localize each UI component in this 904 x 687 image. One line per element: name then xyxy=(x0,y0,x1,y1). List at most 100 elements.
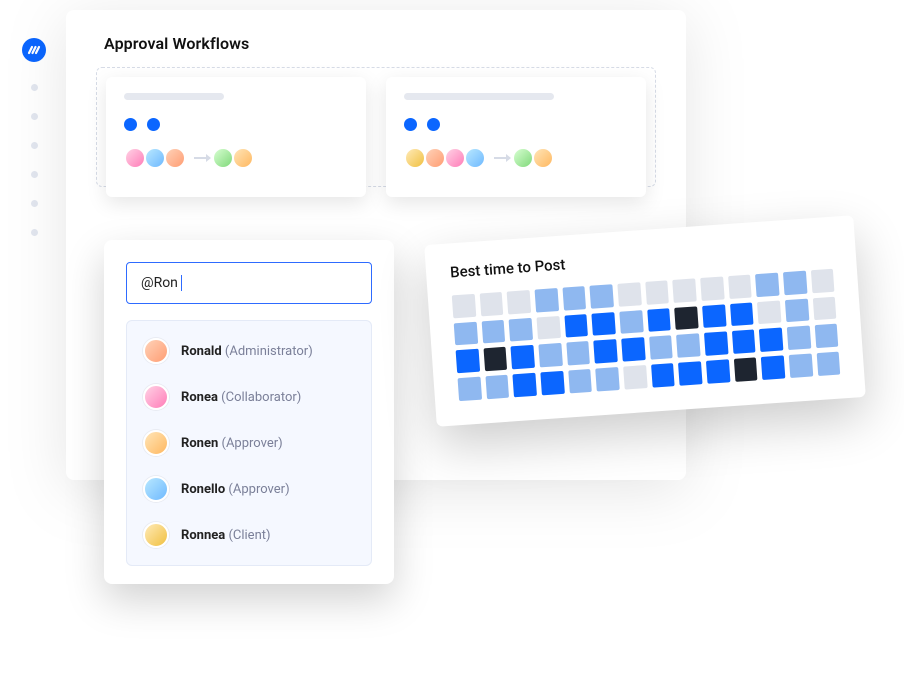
heatmap-cell xyxy=(816,352,840,376)
heatmap-cell xyxy=(483,347,507,371)
avatar xyxy=(464,147,486,169)
text-cursor xyxy=(181,275,183,291)
heatmap-cell xyxy=(728,275,752,299)
workflow-steps xyxy=(404,118,628,131)
heatmap-cell xyxy=(755,273,779,297)
heatmap-cell xyxy=(812,296,836,320)
nav-item[interactable] xyxy=(31,171,38,178)
heatmap-cell xyxy=(730,302,754,326)
heatmap-cell xyxy=(702,304,726,328)
arrow-icon xyxy=(494,157,510,159)
heatmap-cell xyxy=(513,373,537,397)
nav-item[interactable] xyxy=(31,84,38,91)
heatmap-cell xyxy=(759,328,783,352)
step-dot xyxy=(147,118,160,131)
mention-result[interactable]: Ronea (Collaborator) xyxy=(139,377,359,417)
heatmap-cell xyxy=(733,357,757,381)
heatmap-cell xyxy=(485,375,509,399)
heatmap-cell xyxy=(678,361,702,385)
heatmap-cell xyxy=(452,294,476,318)
heatmap-cell xyxy=(456,349,480,373)
heatmap-cell xyxy=(595,367,619,391)
heatmap-cell xyxy=(536,316,560,340)
heatmap-cell xyxy=(454,321,478,345)
nav-item[interactable] xyxy=(31,200,38,207)
workflow-participants xyxy=(124,147,348,169)
sidebar xyxy=(22,38,46,236)
mention-results: Ronald (Administrator) Ronea (Collaborato… xyxy=(126,320,372,566)
mention-result[interactable]: Ronnea (Client) xyxy=(139,515,359,555)
heatmap-cell xyxy=(645,280,669,304)
workflow-card[interactable] xyxy=(106,77,366,197)
heatmap-cell xyxy=(647,308,671,332)
logo-icon xyxy=(27,43,41,57)
heatmap-cell xyxy=(535,288,559,312)
mention-result-label: Ronello (Approver) xyxy=(181,482,290,497)
avatar xyxy=(143,430,169,456)
mention-input-value: @Ron xyxy=(141,275,178,291)
nav-item[interactable] xyxy=(31,113,38,120)
heatmap-cell xyxy=(814,324,838,348)
heatmap-cell xyxy=(621,337,645,361)
avatar xyxy=(124,147,146,169)
heatmap-cell xyxy=(509,318,533,342)
heatmap-cell xyxy=(479,292,503,316)
nav-item[interactable] xyxy=(31,142,38,149)
mention-result-label: Ronald (Administrator) xyxy=(181,344,313,359)
heatmap-cell xyxy=(590,284,614,308)
heatmap-cell xyxy=(619,310,643,334)
step-dot xyxy=(124,118,137,131)
mention-result[interactable]: Ronello (Approver) xyxy=(139,469,359,509)
heatmap-cell xyxy=(787,326,811,350)
mention-popover: @Ron Ronald (Administrator) Ronea (Collab… xyxy=(104,240,394,584)
mention-input[interactable]: @Ron xyxy=(126,262,372,304)
placeholder-line xyxy=(404,93,554,100)
heatmap-cell xyxy=(651,363,675,387)
avatar xyxy=(532,147,554,169)
heatmap-cell xyxy=(761,355,785,379)
avatar xyxy=(143,338,169,364)
avatar xyxy=(143,384,169,410)
heatmap-cell xyxy=(706,359,730,383)
best-time-card: Best time to Post xyxy=(424,215,866,426)
heatmap-cell xyxy=(538,343,562,367)
step-dot xyxy=(427,118,440,131)
heatmap-cell xyxy=(481,319,505,343)
mention-result-label: Ronen (Approver) xyxy=(181,436,283,451)
heatmap-cell xyxy=(810,269,834,293)
heatmap-cell xyxy=(594,339,618,363)
heatmap-cell xyxy=(507,290,531,314)
heatmap-cell xyxy=(649,336,673,360)
heatmap-cell xyxy=(676,334,700,358)
heatmap-cell xyxy=(672,278,696,302)
heatmap-cell xyxy=(757,300,781,324)
avatar xyxy=(144,147,166,169)
mention-result[interactable]: Ronald (Administrator) xyxy=(139,331,359,371)
workflow-steps xyxy=(124,118,348,131)
avatar xyxy=(444,147,466,169)
workflow-drop-zone[interactable] xyxy=(96,67,656,187)
heatmap-cell xyxy=(540,371,564,395)
mention-result-label: Ronnea (Client) xyxy=(181,528,271,543)
nav-item[interactable] xyxy=(31,229,38,236)
avatar xyxy=(512,147,534,169)
workflow-card[interactable] xyxy=(386,77,646,197)
avatar xyxy=(164,147,186,169)
heatmap-cell xyxy=(732,330,756,354)
heatmap-cell xyxy=(562,286,586,310)
heatmap-cell xyxy=(704,332,728,356)
placeholder-line xyxy=(124,93,224,100)
heatmap-grid xyxy=(452,269,840,401)
avatar xyxy=(232,147,254,169)
heatmap-cell xyxy=(789,353,813,377)
heatmap-cell xyxy=(674,306,698,330)
heatmap-cell xyxy=(700,276,724,300)
heatmap-cell xyxy=(511,345,535,369)
heatmap-cell xyxy=(458,377,482,401)
heatmap-cell xyxy=(785,298,809,322)
heatmap-cell xyxy=(566,341,590,365)
avatar xyxy=(424,147,446,169)
avatar xyxy=(212,147,234,169)
app-logo[interactable] xyxy=(22,38,46,62)
mention-result[interactable]: Ronen (Approver) xyxy=(139,423,359,463)
